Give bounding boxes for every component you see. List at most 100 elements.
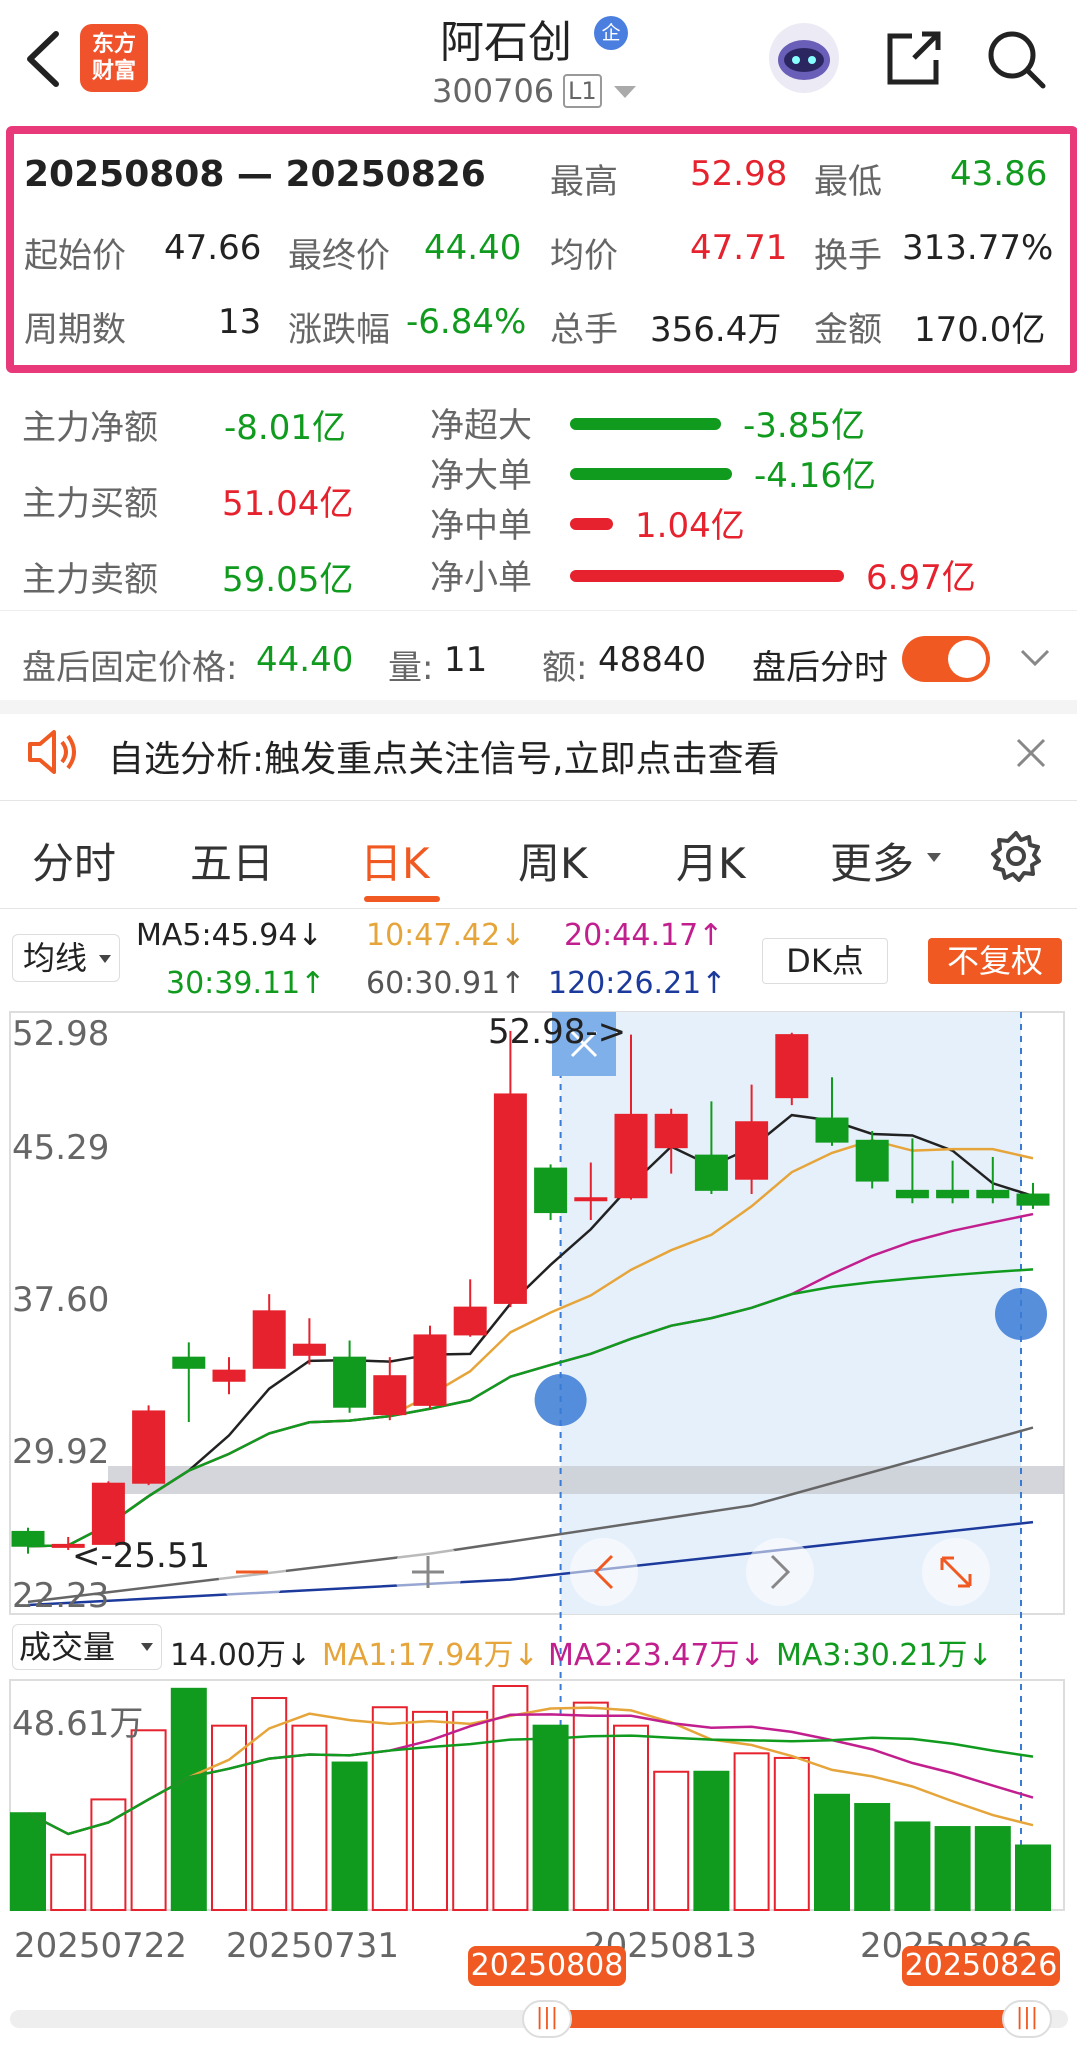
candle-body [1016, 1193, 1050, 1206]
selector-caret-icon [99, 955, 111, 963]
tab-five-day[interactable]: 五日 [190, 830, 274, 891]
kline-chart[interactable] [0, 1008, 1077, 2060]
afterhours-amt-value: 48840 [598, 640, 707, 680]
search-icon[interactable] [985, 28, 1047, 90]
close-label: 最终价 [288, 236, 390, 276]
candle-body [172, 1356, 206, 1369]
main-sell-value: 59.05亿 [222, 560, 354, 600]
tab-monthly-k[interactable]: 月K [676, 830, 746, 891]
settings-gear-icon[interactable] [990, 830, 1042, 882]
chevron-down-icon[interactable] [1018, 646, 1052, 670]
main-net-label: 主力净额 [22, 408, 158, 448]
adjust-mode-button[interactable]: 不复权 [928, 938, 1062, 984]
y-tick-label: 29.92 [12, 1432, 110, 1472]
amount-label: 金额 [814, 310, 882, 350]
open-value: 47.66 [164, 228, 262, 268]
change-value: -6.84% [406, 302, 527, 342]
volume-ma1: MA1:17.94万↓ [322, 1638, 539, 1673]
volume-bar [572, 1701, 609, 1911]
volume-value: 356.4万 [650, 310, 782, 350]
volume-y-label: 48.61万 [12, 1704, 144, 1744]
selection-right-handle [995, 1288, 1047, 1340]
back-arrow-icon[interactable] [22, 30, 62, 88]
max-price-marker: 52.98-> [488, 1012, 627, 1052]
flow-bar [570, 518, 613, 530]
stock-name: 阿石创 [440, 17, 572, 68]
volume-bar [773, 1756, 810, 1911]
header: 东方 财富 阿石创 企 300706 L1 [0, 0, 1077, 122]
dropdown-caret-icon[interactable] [612, 84, 638, 100]
candle-body [654, 1113, 688, 1149]
volume-bar [532, 1724, 569, 1911]
divider [0, 610, 1077, 611]
candle-body [534, 1167, 568, 1214]
volume-bar [613, 1724, 649, 1911]
tab-weekly-k[interactable]: 周K [518, 830, 588, 891]
tab-more[interactable]: 更多 [830, 830, 914, 891]
volume-bar [733, 1752, 770, 1911]
volume-ma3: MA3:30.21万↓ [776, 1638, 993, 1673]
ma5-value: MA5:45.94↓ [136, 918, 323, 953]
speaker-icon [28, 730, 76, 774]
ma60-value: 60:30.91↑ [366, 966, 526, 1001]
tab-fenshi[interactable]: 分时 [32, 830, 116, 891]
prev-chart-button [570, 1538, 638, 1606]
selection-left-handle [534, 1374, 587, 1426]
flow-bar [570, 418, 721, 430]
candle-body [132, 1410, 166, 1484]
afterhours-vol-label: 量: [388, 648, 434, 688]
range-end-date: 20250826 [902, 1946, 1060, 1986]
stock-code: 300706 [432, 72, 555, 110]
candle-body [735, 1121, 769, 1180]
notice-text[interactable]: 自选分析:触发重点关注信号,立即点击查看 [108, 730, 780, 782]
volume-bar [50, 1853, 87, 1912]
candle-body [413, 1334, 447, 1406]
afterhours-amt-label: 额: [542, 648, 588, 688]
volume-bar [693, 1770, 730, 1911]
y-tick-label: 37.60 [12, 1280, 110, 1320]
candle-body [212, 1369, 246, 1382]
volume-bar [492, 1685, 529, 1911]
date-label: 20250722 [14, 1926, 188, 1966]
amount-value: 170.0亿 [914, 310, 1046, 350]
app-logo: 东方 财富 [80, 24, 148, 92]
close-icon[interactable] [1014, 736, 1048, 770]
volume-bar [1015, 1844, 1051, 1911]
flow-value: 6.97亿 [866, 558, 976, 598]
candle-body [855, 1139, 889, 1182]
flow-label: 净中单 [430, 506, 532, 546]
afterhours-vol-value: 11 [444, 640, 488, 680]
candle-body [252, 1310, 286, 1369]
candle-body [815, 1117, 849, 1143]
volume-bar [934, 1826, 971, 1911]
candle-body [614, 1113, 648, 1199]
volume-bar [854, 1803, 891, 1911]
robot-assistant-icon[interactable] [766, 20, 842, 96]
tab-daily-k[interactable]: 日K [360, 830, 430, 891]
range-end-handle[interactable]: ||| [1002, 2000, 1052, 2038]
candle-body [333, 1356, 367, 1408]
turnover-label: 换手 [814, 236, 882, 276]
divider [0, 800, 1077, 801]
ma20-value: 20:44.17↑ [564, 918, 724, 953]
flow-bar [570, 468, 732, 480]
range-slider-fill [548, 2010, 1008, 2028]
volume-value: 14.00万↓ [170, 1638, 312, 1673]
volume-bar [974, 1826, 1011, 1911]
candle-body [694, 1154, 728, 1191]
candle-body [775, 1034, 809, 1099]
y-tick-label: 52.98 [12, 1014, 110, 1054]
range-start-handle[interactable]: ||| [522, 2000, 572, 2038]
volume-bar [331, 1761, 368, 1912]
flow-label: 净超大 [430, 406, 532, 446]
main-net-value: -8.01亿 [224, 408, 346, 448]
share-icon[interactable] [884, 30, 944, 88]
divider [0, 908, 1077, 909]
close-value: 44.40 [424, 228, 522, 268]
afterhours-toggle[interactable] [902, 636, 990, 682]
candle-body [373, 1375, 407, 1416]
dk-point-button[interactable]: DK点 [762, 938, 888, 984]
candle-body [895, 1189, 929, 1199]
afterhours-price-value: 44.40 [256, 640, 354, 680]
volume-caret-icon [141, 1643, 153, 1651]
